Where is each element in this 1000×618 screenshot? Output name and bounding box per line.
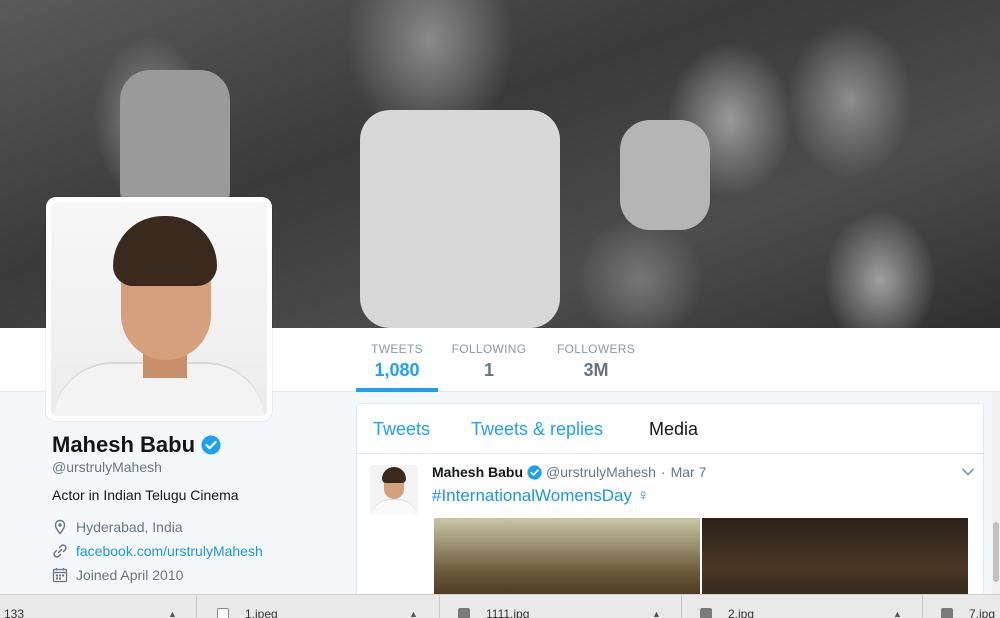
chevron-down-icon[interactable]: ▲ (168, 609, 177, 618)
timeline-tabs: Tweets Tweets & replies Media (357, 404, 983, 454)
profile-location: Hyderabad, India (52, 519, 183, 535)
tweet-media-image[interactable] (434, 518, 702, 602)
stat-label: TWEETS (371, 342, 423, 356)
tweet-hashtag[interactable]: #InternationalWomensDay (432, 486, 632, 505)
tweet-avatar[interactable] (370, 465, 418, 515)
chevron-down-icon[interactable]: ▲ (409, 609, 418, 618)
stat-following[interactable]: FOLLOWING 1 (449, 328, 529, 392)
profile-avatar[interactable] (46, 197, 272, 421)
female-sign-icon: ♀ (636, 486, 650, 505)
stat-followers[interactable]: FOLLOWERS 3M (556, 328, 636, 392)
tab-tweets[interactable]: Tweets (373, 419, 430, 440)
scrollbar-thumb[interactable] (993, 522, 999, 582)
download-item[interactable]: 1111.jpg ▲ (440, 595, 682, 618)
profile-bio: Actor in Indian Telugu Cinema (52, 487, 239, 503)
stat-value: 1,080 (374, 360, 420, 380)
tweet-text: #InternationalWomensDay ♀ (432, 486, 650, 506)
download-item[interactable]: 1.jpeg ▲ (197, 595, 440, 618)
banner-hand-shape (620, 120, 710, 230)
package-icon (941, 608, 953, 618)
profile-name-row: Mahesh Babu (52, 432, 221, 458)
chevron-down-icon[interactable]: ▲ (893, 609, 902, 618)
profile-handle[interactable]: @urstrulyMahesh (52, 459, 162, 475)
location-text: Hyderabad, India (76, 519, 183, 535)
page-scrollbar[interactable] (992, 392, 1000, 594)
download-filename: 2.jpg (728, 607, 755, 618)
timeline-card: Tweets Tweets & replies Media Mahesh Bab… (356, 403, 984, 603)
tweet-header: Mahesh Babu @urstrulyMahesh · Mar 7 (432, 464, 706, 480)
stat-label: FOLLOWING (451, 342, 527, 356)
download-filename: 133 (4, 607, 25, 618)
download-filename: 1111.jpg (486, 607, 530, 618)
stat-label: FOLLOWERS (556, 342, 636, 356)
tab-tweets-and-replies[interactable]: Tweets & replies (471, 419, 603, 440)
stat-tweets[interactable]: TWEETS 1,080 (356, 328, 438, 392)
tweet-item[interactable]: Mahesh Babu @urstrulyMahesh · Mar 7 #Int… (357, 455, 983, 602)
verified-badge-icon (527, 464, 542, 480)
tweet-media-image[interactable] (702, 518, 968, 602)
download-item[interactable]: 133 ▲ (0, 595, 197, 618)
chevron-down-icon[interactable]: ▲ (652, 609, 661, 618)
profile-url: facebook.com/urstrulyMahesh (52, 543, 263, 559)
tweet-timestamp[interactable]: Mar 7 (671, 464, 707, 480)
tweet-media[interactable] (434, 518, 970, 602)
avatar-image (51, 202, 267, 416)
verified-badge-icon (201, 435, 221, 455)
file-icon (217, 608, 229, 618)
calendar-icon (52, 568, 68, 583)
download-filename: 1.jpeg (245, 607, 278, 618)
profile-name[interactable]: Mahesh Babu (52, 432, 195, 458)
tweet-author-name[interactable]: Mahesh Babu (432, 464, 523, 480)
tab-media[interactable]: Media (649, 419, 698, 440)
joined-text: Joined April 2010 (76, 567, 184, 583)
tweet-separator: · (660, 464, 666, 480)
stat-value: 3M (583, 360, 609, 380)
download-item[interactable]: 2.jpg ▲ (682, 595, 923, 618)
download-bar: 133 ▲ 1.jpeg ▲ 1111.jpg ▲ 2.jpg ▲ 7.jpg (0, 594, 1000, 618)
profile-joined: Joined April 2010 (52, 567, 183, 583)
package-icon (458, 608, 470, 618)
profile-url-link[interactable]: facebook.com/urstrulyMahesh (76, 543, 263, 559)
package-icon (700, 608, 712, 618)
stat-value: 1 (483, 360, 494, 380)
link-icon (53, 544, 67, 558)
location-pin-icon (54, 519, 66, 535)
banner-hand-shape (360, 110, 560, 328)
download-filename: 7.jpg (969, 607, 996, 618)
tweet-author-handle[interactable]: @urstrulyMahesh (546, 464, 656, 480)
chevron-down-icon[interactable] (961, 465, 975, 479)
download-item[interactable]: 7.jpg (923, 595, 1000, 618)
